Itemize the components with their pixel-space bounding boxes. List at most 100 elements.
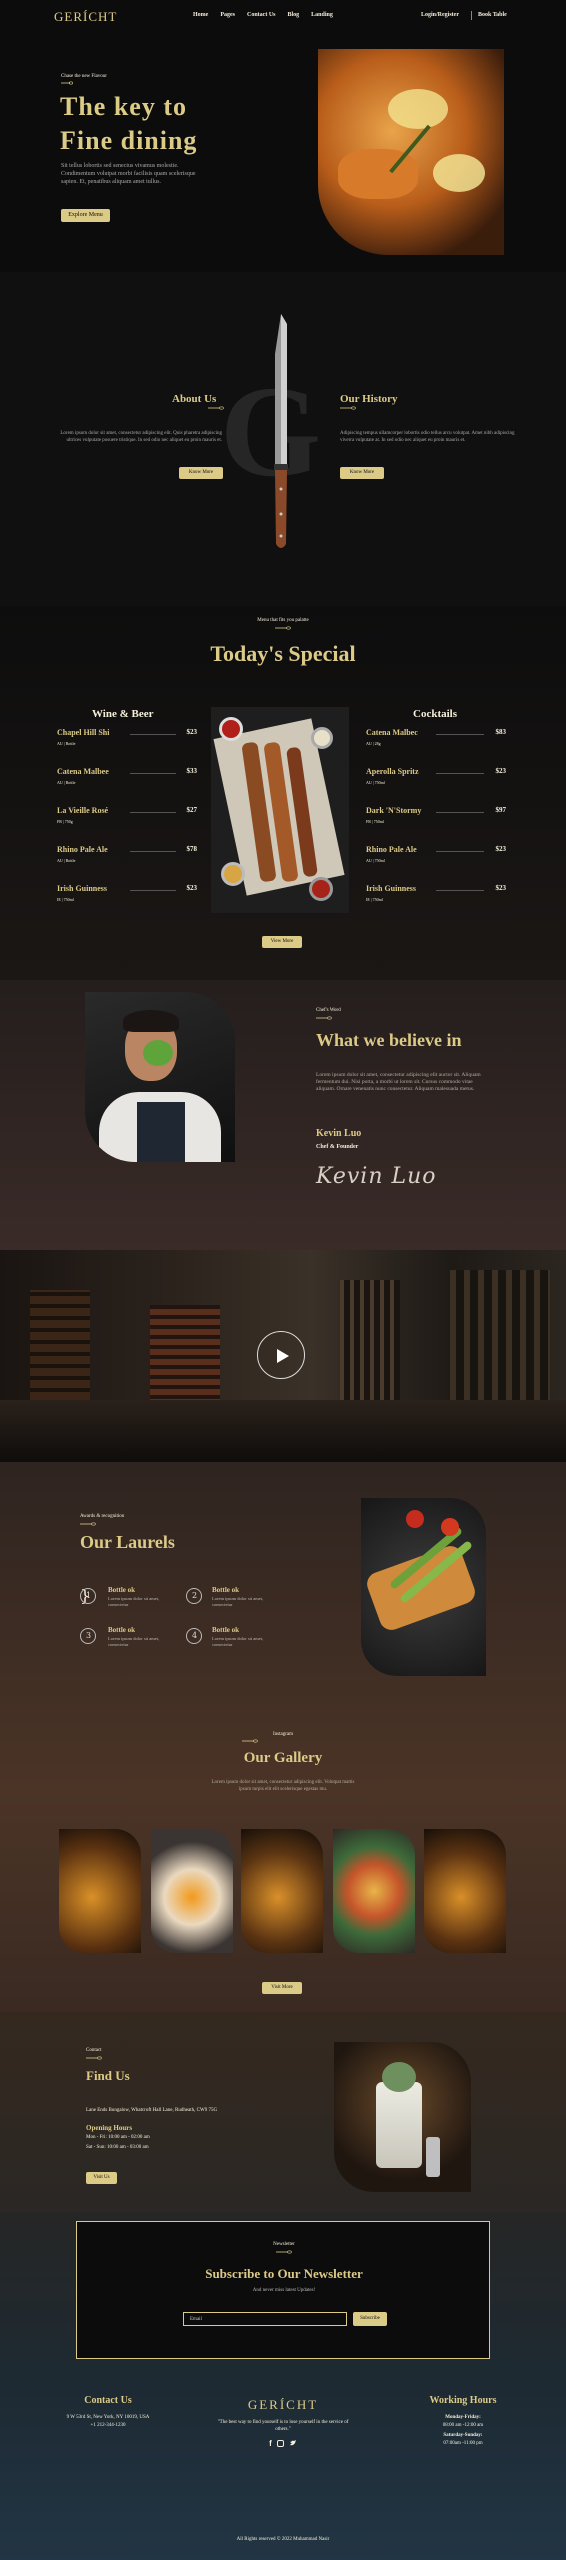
menu-item-tags: AU | Bottle	[57, 858, 76, 863]
opening-hours-title: Opening Hours	[86, 2124, 133, 2132]
chef-kicker: Chef's Word	[316, 1008, 341, 1013]
hero-title-line1: The key to	[60, 92, 187, 121]
play-button[interactable]	[257, 1331, 305, 1379]
subscribe-button[interactable]: Subscribe	[353, 2312, 387, 2326]
menu-item-name: Chapel Hill Shi	[57, 728, 110, 737]
laurels-food-image	[361, 1498, 486, 1676]
menu-item-tags: FR | 750g	[57, 819, 73, 824]
laurel-icon: 4	[186, 1628, 202, 1644]
history-spoon-icon	[340, 406, 356, 410]
laurel-icon: 2	[186, 1588, 202, 1604]
menu-item[interactable]: Chapel Hill Shi $23 AU | Bottle	[57, 728, 197, 758]
footer-hours-weekend-label: Saturday-Sunday:	[443, 2433, 483, 2438]
gallery-image-3[interactable]	[241, 1829, 323, 1953]
menu-item-name: La Vieille Rosé	[57, 806, 109, 815]
menu-item-price: $33	[186, 767, 198, 775]
nav-link-blog[interactable]: Blog	[288, 12, 300, 18]
menu-item-price: $23	[495, 845, 507, 853]
view-more-button[interactable]: View More	[262, 936, 302, 948]
chef-spoon-icon	[316, 1016, 332, 1020]
footer-section: Newsletter Subscribe to Our Newsletter A…	[0, 2212, 566, 2560]
footer-logo[interactable]: GERÍCHT	[213, 2397, 353, 2413]
menu-item[interactable]: Irish Guinness $23 IE | 750ml	[57, 884, 197, 914]
nav-divider	[471, 11, 472, 20]
gallery-image-2[interactable]	[151, 1829, 233, 1953]
copyright: All Rights reserved © 2022 Muhammad Nasi…	[236, 2537, 330, 2542]
footer-hours: Working Hours Monday-Friday: 08:00 am -1…	[408, 2395, 518, 2446]
visit-more-button[interactable]: Visit More	[262, 1982, 302, 1994]
menu-item-name: Catena Malbee	[57, 767, 109, 776]
award-title: Bottle ok	[212, 1586, 240, 1594]
footer-hours-weekday: 08:00 am -12:00 am	[442, 2423, 484, 2428]
footer-contact: Contact Us 9 W 53rd St, New York, NY 100…	[38, 2395, 178, 2428]
footer-phone[interactable]: +1 212-344-1230	[38, 2423, 178, 2428]
gallery-text: Lorem ipsum dolor sit amet, consectetur …	[211, 1780, 355, 1792]
footer-hours-weekday-label: Monday-Friday:	[445, 2415, 481, 2420]
award-item: 1 Bottle ok Lorem ipsum dolor sit amet, …	[80, 1586, 159, 1616]
menu-item-tags: AU | Bottle	[57, 780, 76, 785]
history-title: Our History	[340, 393, 398, 405]
menu-item[interactable]: Catena Malbec $83 AU | 28g	[366, 728, 506, 758]
menu-item-price: $97	[495, 806, 507, 814]
hero-kicker: Chase the new Flavour	[61, 74, 107, 79]
gallery-image-4[interactable]	[333, 1829, 415, 1953]
laurels-kicker: Awards & recognition	[80, 1514, 125, 1519]
about-know-more-button[interactable]: Know More	[179, 467, 223, 479]
chef-name: Kevin Luo	[316, 1128, 362, 1139]
award-text: Lorem ipsum dolor sit amet, consectetur	[212, 1596, 264, 1607]
award-text: Lorem ipsum dolor sit amet, consectetur	[108, 1636, 160, 1647]
menu-item-name: Rhino Pale Ale	[366, 845, 417, 854]
explore-menu-button[interactable]: Explore Menu	[61, 209, 110, 222]
gallery-image-5[interactable]	[424, 1829, 506, 1953]
nav-link-home[interactable]: Home	[193, 12, 208, 18]
brand-logo[interactable]: GERÍCHT	[54, 9, 117, 25]
wine-heading: Wine & Beer	[92, 708, 154, 720]
menu-item[interactable]: Rhino Pale Ale $78 AU | Bottle	[57, 845, 197, 875]
history-text: Adipiscing tempus ullamcorper lobortis o…	[340, 431, 515, 443]
nav-link-landing[interactable]: Landing	[311, 12, 333, 18]
menu-item-name: Dark 'N'Stormy	[366, 806, 422, 815]
menu-item[interactable]: La Vieille Rosé $27 FR | 750g	[57, 806, 197, 836]
cocktail-image	[334, 2042, 471, 2192]
menu-item[interactable]: Aperolla Spritz $23 AU | 750ml	[366, 767, 506, 797]
about-spoon-icon	[208, 406, 224, 410]
laurels-section: Awards & recognition Our Laurels 1 Bottl…	[0, 1462, 566, 2012]
hero-title-line2: Fine dining	[60, 126, 198, 155]
visit-us-button[interactable]: Visit Us	[86, 2172, 117, 2184]
about-title: About Us	[172, 393, 217, 405]
award-title: Bottle ok	[108, 1626, 136, 1634]
social-links: f	[213, 2439, 353, 2448]
history-know-more-button[interactable]: Know More	[340, 467, 384, 479]
menu-item-tags: IE | 750ml	[366, 897, 383, 902]
menu-title: Today's Special	[210, 641, 356, 666]
gallery-image-1[interactable]	[59, 1829, 141, 1953]
facebook-icon[interactable]: f	[269, 2439, 272, 2448]
menu-item[interactable]: Catena Malbee $33 AU | Bottle	[57, 767, 197, 797]
chef-section: Chef's Word What we believe in Lorem ips…	[0, 980, 566, 1250]
instagram-icon[interactable]	[276, 2440, 284, 2447]
menu-item[interactable]: Irish Guinness $23 IE | 750ml	[366, 884, 506, 914]
menu-item-name: Irish Guinness	[57, 884, 108, 893]
email-input[interactable]: Email	[183, 2312, 347, 2326]
laurel-icon: 1	[80, 1588, 96, 1604]
menu-item[interactable]: Dark 'N'Stormy $97 FR | 750ml	[366, 806, 506, 836]
chef-image	[85, 992, 235, 1162]
newsletter-kicker: Newsletter	[273, 2242, 295, 2247]
footer-quote: "The best way to find yourself is to los…	[217, 2420, 349, 2432]
find-address: Lane Ends Bungalow, Whatcroft Hall Lane,…	[86, 2108, 218, 2113]
menu-item[interactable]: Rhino Pale Ale $23 AU | 750ml	[366, 845, 506, 875]
menu-kicker: Menu that fits you palatte	[257, 618, 309, 623]
twitter-icon[interactable]	[289, 2439, 297, 2447]
book-table-link[interactable]: Book Table	[478, 12, 507, 18]
chef-signature: Kevin Luo	[316, 1164, 437, 1189]
laurel-icon: 3	[80, 1628, 96, 1644]
nav-link-contact[interactable]: Contact Us	[247, 12, 276, 18]
menu-item-tags: AU | 750ml	[366, 858, 385, 863]
newsletter-title: Subscribe to Our Newsletter	[205, 2266, 363, 2281]
nav-link-pages[interactable]: Pages	[220, 12, 235, 18]
footer-hours-title: Working Hours	[429, 2395, 497, 2406]
menu-food-image	[211, 707, 349, 913]
opening-hours-weekday: Mon - Fri: 10:00 am - 02:00 am	[86, 2135, 150, 2140]
award-item: 2 Bottle ok Lorem ipsum dolor sit amet, …	[186, 1586, 276, 1616]
login-link[interactable]: Login/Register	[421, 12, 459, 18]
